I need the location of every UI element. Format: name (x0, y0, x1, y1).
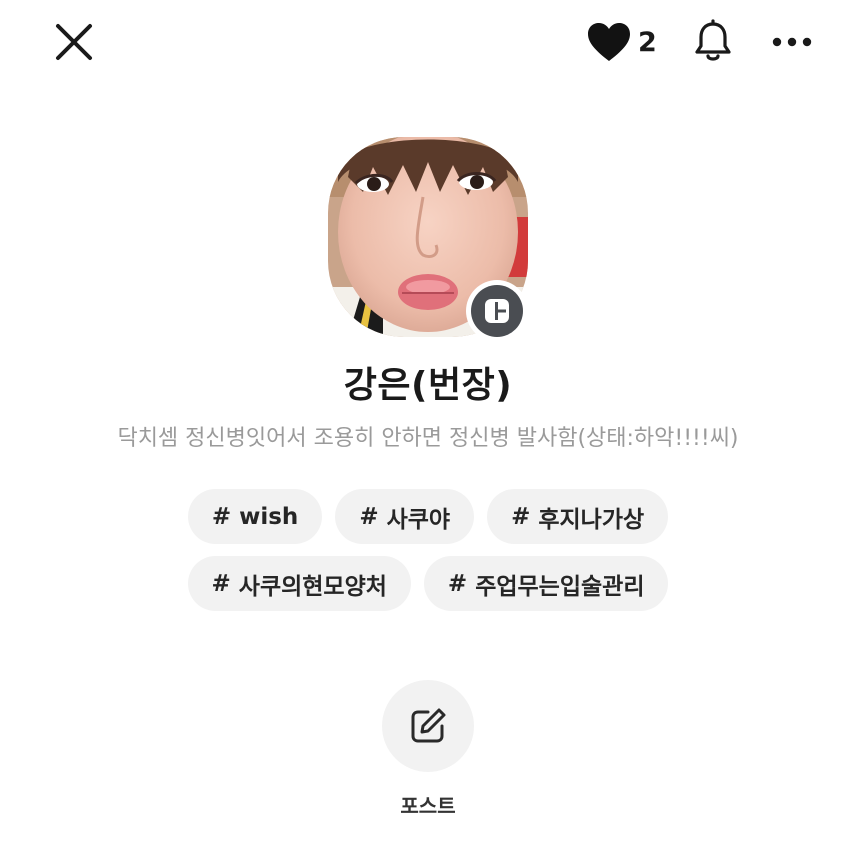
tag-label: 사쿠의현모양처 (238, 573, 387, 600)
edit-icon (411, 708, 446, 743)
hash-symbol: # (447, 570, 468, 597)
like-button[interactable]: 2 (586, 20, 657, 64)
heart-icon (588, 23, 630, 61)
post-label: 포스트 (400, 794, 456, 818)
tag-chip[interactable]: # wish (187, 489, 323, 544)
bell-icon (695, 19, 731, 61)
tag-chip[interactable]: # 후지나가상 (487, 489, 669, 544)
profile-name: 강은(번장) (343, 365, 513, 406)
avatar-badge-inner (471, 285, 523, 337)
hash-symbol: # (359, 503, 379, 530)
notification-button[interactable] (692, 19, 734, 65)
tag-chip[interactable]: # 사쿠야 (335, 489, 475, 544)
avatar-badge[interactable] (466, 280, 528, 342)
post-button[interactable] (382, 680, 474, 772)
tag-label: 후지나가상 (538, 506, 645, 533)
tag-chip[interactable]: # 주업무는입술관리 (423, 556, 669, 611)
close-button[interactable] (52, 20, 96, 64)
more-icon (772, 37, 812, 47)
layout-icon (485, 299, 509, 323)
tag-label: 사쿠야 (386, 506, 451, 533)
tag-label: 주업무는입술관리 (475, 573, 645, 600)
like-count: 2 (638, 26, 657, 58)
tags-row: # wish # 사쿠야 # 후지나가상 (0, 489, 856, 544)
tags-row: # 사쿠의현모양처 # 주업무는입술관리 (0, 556, 856, 611)
hash-symbol: # (211, 503, 232, 530)
close-icon (56, 24, 92, 60)
top-bar: 2 (0, 0, 856, 90)
hash-symbol: # (211, 570, 231, 597)
profile-bio: 닥치셈 정신병잇어서 조용히 안하면 정신병 발사함(상태:하악!!!!씨) (117, 426, 739, 451)
more-button[interactable] (770, 30, 814, 54)
hash-symbol: # (511, 503, 531, 530)
tag-label: wish (239, 503, 299, 530)
tag-chip[interactable]: # 사쿠의현모양처 (187, 556, 411, 611)
